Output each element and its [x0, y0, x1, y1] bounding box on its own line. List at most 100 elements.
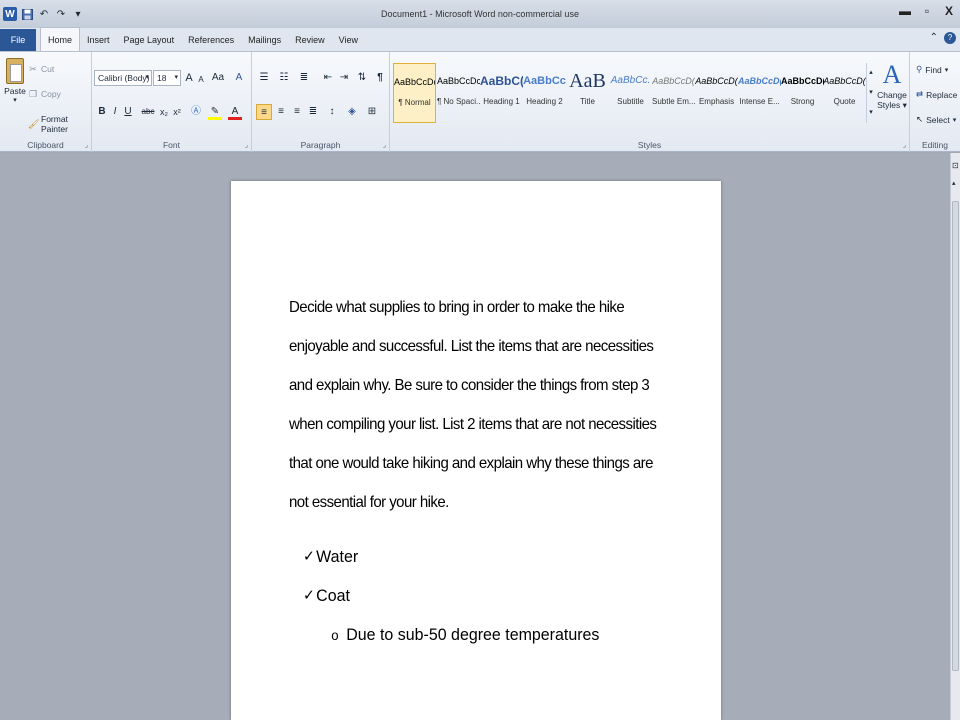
minimize-ribbon-icon[interactable]: ⌃ — [930, 32, 938, 44]
binoculars-icon: ⚲ — [916, 64, 923, 74]
chevron-down-icon[interactable]: ▾ — [867, 83, 875, 103]
change-styles-label-2: Styles ▾ — [876, 100, 908, 111]
find-button[interactable]: ⚲ Find ▾ — [916, 64, 948, 75]
text-effects-icon[interactable]: Ⓐ — [188, 104, 204, 120]
style-emphasis[interactable]: AaBbCcD( Emphasis — [695, 63, 738, 123]
cursor-icon: ↖ — [916, 114, 924, 124]
close-button[interactable]: X — [938, 0, 960, 22]
font-name-value: Calibri (Body) — [98, 73, 150, 83]
align-right-icon[interactable]: ≡ — [289, 104, 305, 120]
customize-qat-icon[interactable]: ▾ — [71, 7, 85, 21]
scroll-up-icon[interactable]: ▴ — [952, 179, 956, 187]
strikethrough-button[interactable]: abc — [139, 104, 157, 120]
chevron-up-icon[interactable]: ▴ — [867, 63, 875, 83]
tab-insert[interactable]: Insert — [80, 29, 117, 51]
paste-dropdown-icon[interactable]: ▾ — [4, 96, 26, 104]
cut-button[interactable]: ✂ Cut — [28, 64, 54, 74]
paintbrush-icon: 🖌 — [28, 119, 40, 129]
style-no-spacing[interactable]: AaBbCcDc ¶ No Spaci... — [437, 63, 480, 123]
clipboard-group-label: Clipboard — [27, 140, 64, 150]
paragraph-line: not essential for your hike. — [289, 494, 449, 511]
tab-references[interactable]: References — [181, 29, 241, 51]
ribbon-tabs: File Home Insert Page Layout References … — [0, 27, 960, 52]
undo-icon[interactable]: ↶ — [37, 7, 51, 21]
font-size-combobox[interactable]: 18 ▾ — [153, 70, 181, 86]
numbering-icon[interactable]: ☷ — [276, 70, 292, 86]
style-heading-1[interactable]: AaBbC( Heading 1 — [480, 63, 523, 123]
change-styles-icon: A — [882, 60, 902, 89]
font-color-icon[interactable]: A — [228, 104, 242, 120]
change-case-button[interactable]: Aa — [210, 70, 226, 86]
align-left-icon[interactable]: ≡ — [256, 104, 272, 120]
font-name-combobox[interactable]: Calibri (Body) ▾ — [94, 70, 152, 86]
style-quote[interactable]: AaBbCcD( Quote — [823, 63, 866, 123]
help-icon[interactable]: ? — [944, 32, 956, 44]
tab-home[interactable]: Home — [40, 27, 81, 51]
tab-view[interactable]: View — [332, 29, 365, 51]
style-sample: AaBbCcDc — [394, 77, 435, 87]
change-styles-button[interactable]: A Change Styles ▾ — [876, 60, 908, 111]
paste-label: Paste — [4, 86, 26, 96]
align-center-icon[interactable]: ≡ — [273, 104, 289, 120]
replace-button[interactable]: ⇄ Replace — [916, 89, 957, 100]
style-name: Heading 2 — [526, 97, 563, 106]
bold-button[interactable]: B — [96, 104, 108, 120]
style-title[interactable]: AaB Title — [566, 63, 609, 123]
clipboard-group: Paste ▾ ✂ Cut ❐ Copy 🖌 Format Painter Cl… — [0, 52, 92, 152]
restore-button[interactable]: ▫ — [916, 0, 938, 22]
borders-icon[interactable]: ⊞ — [364, 104, 380, 120]
dialog-launcher-icon[interactable]: ⌟ — [903, 141, 906, 149]
grow-font-button[interactable]: A — [183, 70, 195, 86]
document-page[interactable]: Decide what supplies to bring in order t… — [231, 181, 721, 720]
style-heading-2[interactable]: AaBbCc Heading 2 — [523, 63, 566, 123]
paragraph-line: and explain why. Be sure to consider the… — [289, 377, 650, 394]
style-intense-emphasis[interactable]: AaBbCcD( Intense E... — [738, 63, 781, 123]
dialog-launcher-icon[interactable]: ⌟ — [383, 141, 386, 149]
gallery-more-icon[interactable]: ▾ — [867, 103, 875, 123]
clear-formatting-button[interactable]: A — [232, 70, 246, 86]
chevron-down-icon: ▾ — [145, 74, 149, 81]
decrease-indent-icon[interactable]: ⇤ — [320, 70, 336, 86]
increase-indent-icon[interactable]: ⇥ — [336, 70, 352, 86]
ruler-toggle-icon[interactable]: ⊡ — [952, 161, 959, 170]
dialog-launcher-icon[interactable]: ⌟ — [85, 141, 88, 149]
scrollbar-thumb[interactable] — [952, 201, 959, 671]
style-normal[interactable]: AaBbCcDc ¶ Normal — [393, 63, 436, 123]
dialog-launcher-icon[interactable]: ⌟ — [245, 141, 248, 149]
sort-icon[interactable]: ⇅ — [354, 70, 370, 86]
list-item-text: Coat — [316, 586, 350, 605]
show-formatting-button[interactable]: ¶ — [372, 70, 388, 86]
minimize-button[interactable]: ▬ — [894, 0, 916, 22]
subscript-button[interactable]: x₂ — [158, 104, 170, 120]
highlight-icon[interactable]: ✎ — [208, 104, 222, 120]
line-spacing-icon[interactable]: ↕ — [324, 104, 340, 120]
font-size-value: 18 — [157, 73, 167, 83]
tab-page-layout[interactable]: Page Layout — [117, 29, 182, 51]
shading-icon[interactable]: ◈ — [344, 104, 360, 120]
tab-review[interactable]: Review — [288, 29, 332, 51]
paste-button[interactable]: Paste ▾ — [4, 58, 26, 104]
underline-button[interactable]: U — [122, 104, 134, 120]
shrink-font-button[interactable]: A — [196, 72, 206, 88]
tab-mailings[interactable]: Mailings — [241, 29, 288, 51]
font-group-label: Font — [162, 140, 180, 150]
italic-button[interactable]: I — [109, 104, 121, 120]
superscript-button[interactable]: x² — [171, 104, 183, 120]
save-icon[interactable] — [20, 7, 34, 21]
multilevel-list-icon[interactable]: ≣ — [296, 70, 312, 86]
window-controls: ▬ ▫ X — [894, 0, 960, 22]
style-subtle-emphasis[interactable]: AaBbCcD( Subtle Em... — [652, 63, 695, 123]
redo-icon[interactable]: ↷ — [54, 7, 68, 21]
select-button[interactable]: ↖ Select ▾ — [916, 114, 956, 125]
styles-gallery-scroll[interactable]: ▴ ▾ ▾ — [866, 63, 875, 123]
style-sample: AaB — [569, 70, 606, 92]
bullets-icon[interactable]: ☰ — [256, 70, 272, 86]
copy-button[interactable]: ❐ Copy — [28, 89, 61, 99]
style-subtitle[interactable]: AaBbCc. Subtitle — [609, 63, 652, 123]
vertical-scrollbar[interactable]: ⊡ ▴ — [950, 153, 960, 720]
word-app-icon[interactable]: W — [3, 7, 17, 21]
style-strong[interactable]: AaBbCcD( Strong — [781, 63, 824, 123]
tab-file[interactable]: File — [0, 29, 36, 51]
format-painter-button[interactable]: 🖌 Format Painter — [28, 114, 91, 134]
justify-icon[interactable]: ≣ — [305, 104, 321, 120]
